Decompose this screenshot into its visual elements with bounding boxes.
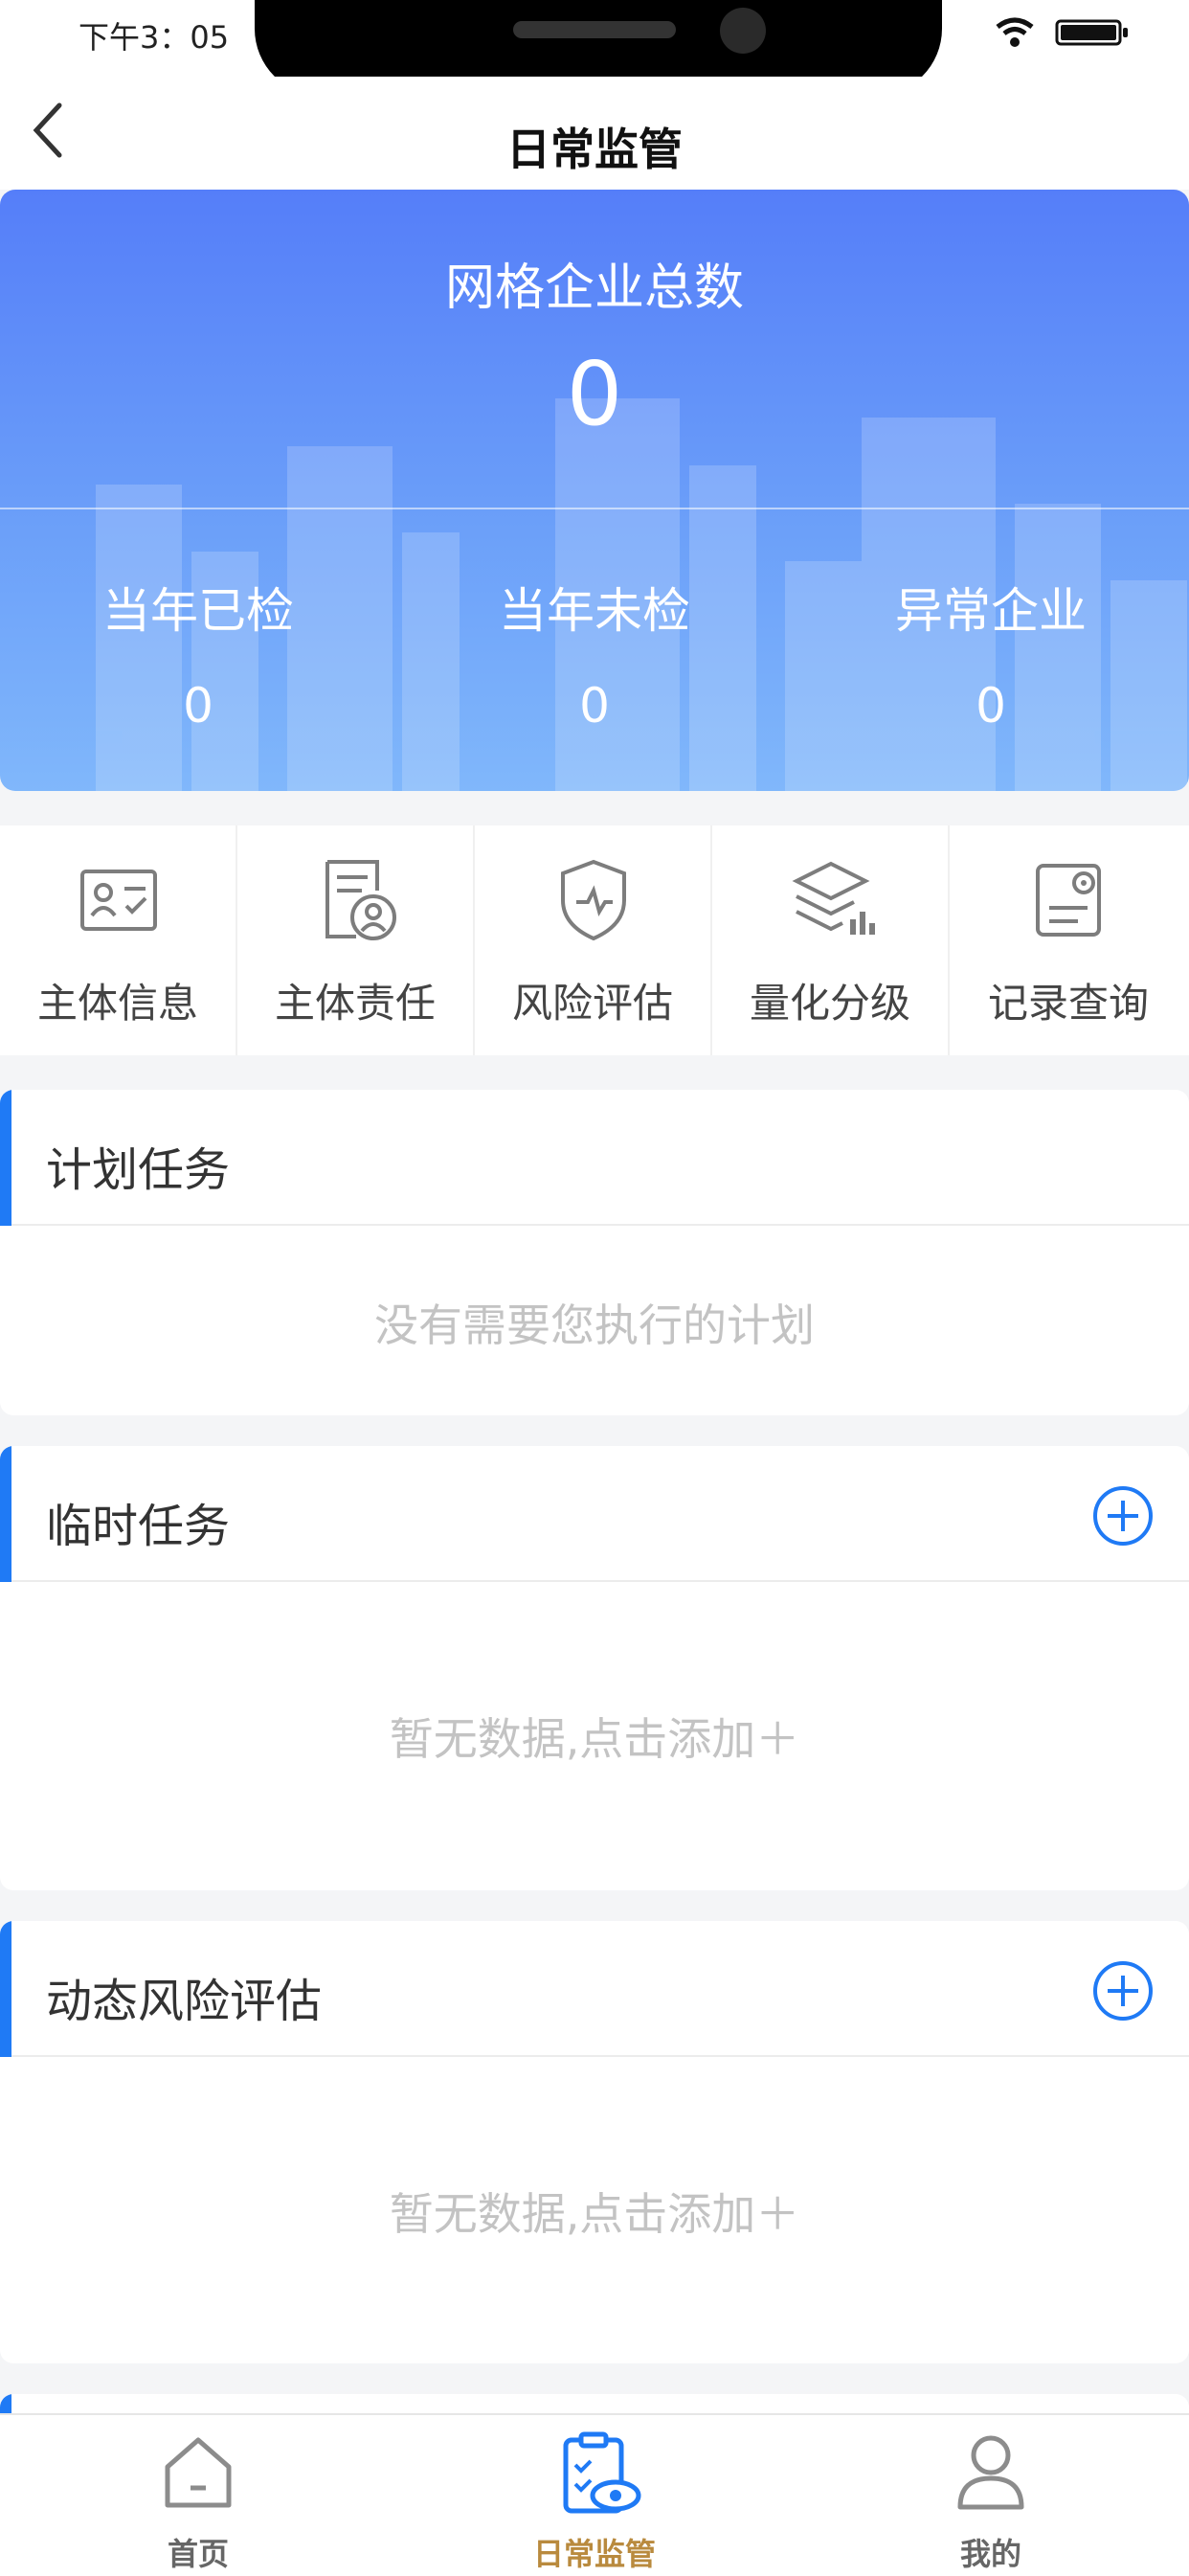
tab-daily-supervision[interactable]: 日常监管 — [396, 2415, 793, 2576]
section-header: 临时任务 — [0, 1446, 1189, 1582]
stat-inspected[interactable]: 当年已检 0 — [0, 573, 396, 734]
add-circle-icon[interactable] — [1091, 1484, 1155, 1548]
navigation-bar: 日常监管 — [0, 77, 1189, 190]
wifi-icon — [996, 17, 1034, 47]
quick-action-label: 风险评估 — [511, 980, 673, 1027]
page-title: 日常监管 — [506, 124, 683, 175]
section-header: 动态风险评估 — [0, 1921, 1189, 2057]
empty-state-text: 没有需要您执行的计划 — [374, 1299, 815, 1351]
status-time: 下午3：05 — [79, 19, 230, 56]
battery-icon — [1055, 19, 1128, 46]
stat-label: 异常企业 — [895, 583, 1087, 639]
user-icon — [957, 2435, 1024, 2510]
plan-tasks-section: 计划任务 没有需要您执行的计划 — [0, 1090, 1189, 1415]
dynamic-risk-section: 动态风险评估 暂无数据,点击添加＋ — [0, 1921, 1189, 2363]
temporary-tasks-section: 临时任务 暂无数据,点击添加＋ — [0, 1446, 1189, 1890]
tab-mine[interactable]: 我的 — [793, 2415, 1189, 2576]
tab-home[interactable]: 首页 — [0, 2415, 396, 2576]
section-accent-bar — [0, 1446, 11, 1582]
quick-action-subject-info[interactable]: 主体信息 — [0, 825, 237, 1055]
total-enterprises-value: 0 — [566, 343, 623, 445]
summary-card: 网格企业总数 0 当年已检 0 当年未检 0 异常企业 0 — [0, 190, 1189, 791]
quick-action-label: 主体信息 — [36, 980, 198, 1027]
id-card-icon — [80, 870, 157, 931]
section-accent-bar — [0, 1921, 11, 2057]
stat-value: 0 — [579, 678, 610, 734]
quick-action-risk-assessment[interactable]: 风险评估 — [475, 825, 712, 1055]
stat-label: 当年已检 — [102, 583, 294, 639]
quick-action-quantified-grading[interactable]: 量化分级 — [712, 825, 950, 1055]
home-icon — [165, 2437, 232, 2508]
empty-state-add-prompt[interactable]: 暂无数据,点击添加＋ — [0, 2180, 1189, 2243]
tab-label: 我的 — [959, 2536, 1021, 2572]
section-title: 临时任务 — [46, 1500, 231, 1553]
shield-pulse-icon — [561, 859, 626, 941]
section-title: 计划任务 — [46, 1143, 231, 1197]
add-circle-icon[interactable] — [1091, 1959, 1155, 2022]
tab-label: 日常监管 — [532, 2536, 656, 2572]
tab-bar: 首页 日常监管 我的 — [0, 2413, 1189, 2576]
section-header: 计划任务 — [0, 1090, 1189, 1226]
section-title: 动态风险评估 — [46, 1975, 323, 2028]
stat-not-inspected[interactable]: 当年未检 0 — [396, 573, 793, 734]
clipboard-eye-icon — [563, 2431, 641, 2514]
stat-abnormal[interactable]: 异常企业 0 — [793, 573, 1189, 734]
stat-value: 0 — [183, 678, 213, 734]
status-bar: 下午3：05 — [0, 0, 1189, 96]
summary-divider — [0, 508, 1189, 509]
section-accent-bar — [0, 1090, 11, 1226]
quick-action-label: 量化分级 — [749, 980, 910, 1027]
quick-action-label: 记录查询 — [987, 980, 1149, 1027]
empty-state-add-prompt[interactable]: 暂无数据,点击添加＋ — [0, 1705, 1189, 1768]
stat-label: 当年未检 — [499, 583, 690, 639]
quick-action-record-query[interactable]: 记录查询 — [950, 825, 1187, 1055]
layers-chart-icon — [792, 861, 875, 935]
quick-action-subject-responsibility[interactable]: 主体责任 — [237, 825, 475, 1055]
stat-value: 0 — [976, 678, 1006, 734]
speaker-icon — [513, 21, 676, 38]
person-document-icon — [325, 860, 396, 940]
quick-action-label: 主体责任 — [274, 980, 436, 1027]
record-search-icon — [1036, 864, 1101, 937]
tab-label: 首页 — [167, 2536, 229, 2572]
camera-icon — [720, 8, 766, 54]
quick-actions: 主体信息 主体责任 风险评估 量化分级 记录查询 — [0, 825, 1189, 1055]
total-enterprises-label: 网格企业总数 — [444, 260, 744, 317]
